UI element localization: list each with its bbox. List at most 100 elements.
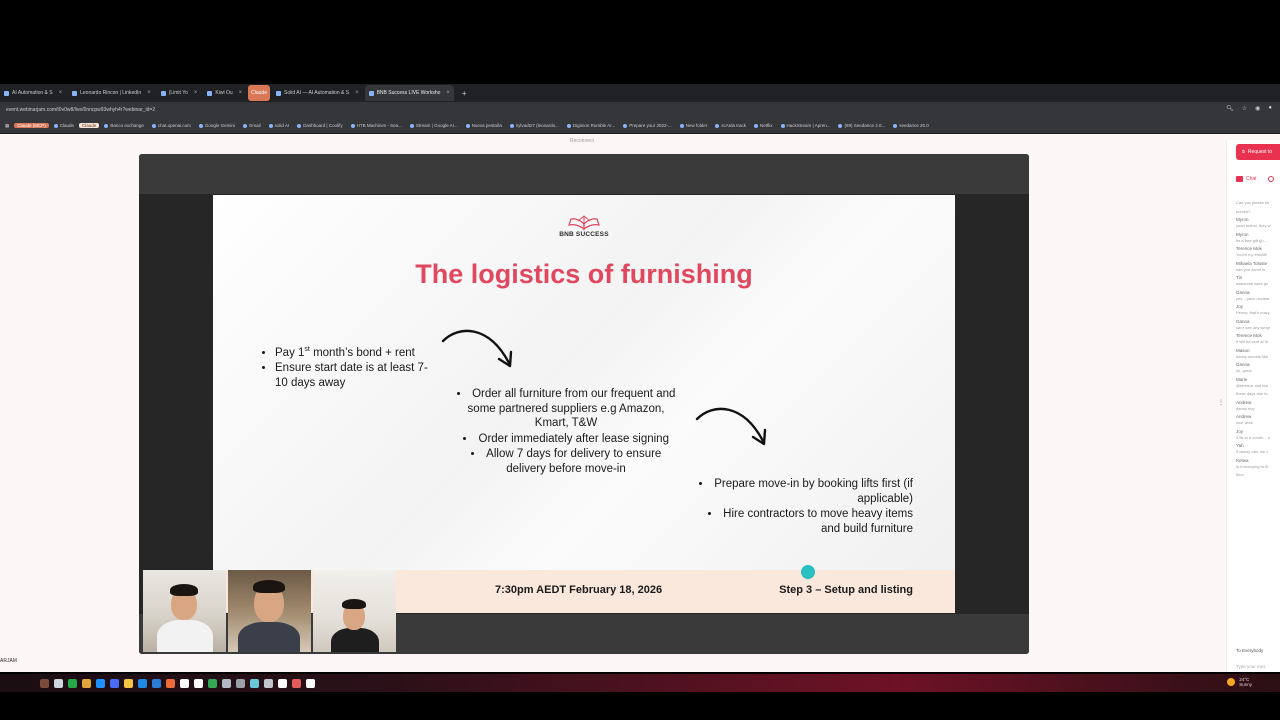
browser-tab[interactable]: Leonardo Rincon | LinkedIn ×	[68, 85, 155, 101]
extension-icon[interactable]: ◉	[1255, 105, 1260, 112]
close-icon[interactable]: ×	[147, 90, 151, 96]
close-icon[interactable]: ×	[59, 90, 63, 96]
new-tab-icon[interactable]: +	[462, 89, 467, 98]
bnb-success-logo: BNB SUCCESS	[558, 215, 610, 238]
chat-message: Joy 4.5k in a month... n	[1236, 429, 1280, 441]
bookmark-item[interactable]: solid AI	[266, 123, 293, 128]
close-icon[interactable]: ×	[239, 90, 243, 96]
browser-tab-bar: AI Automation & S × Leonardo Rincon | Link…	[0, 84, 1280, 102]
taskbar-app-icon[interactable]	[194, 678, 203, 688]
bookmark-label: Digimon Rumble Ar...	[572, 123, 616, 128]
bookmark-favicon-icon	[151, 123, 156, 128]
bookmark-item[interactable]: seedance 20.0	[890, 123, 932, 128]
bookmark-item[interactable]: Nueva pestaña	[463, 123, 505, 128]
bookmark-item[interactable]: (89) Seedance 2.0...	[835, 123, 888, 128]
browser-tab[interactable]: AI Automation & S ×	[0, 85, 66, 101]
bookmark-item[interactable]: Gmail	[240, 123, 264, 128]
video-stage: BNB SUCCESS The logistics of furnishing …	[139, 154, 1029, 654]
pointer-dot	[801, 565, 815, 579]
bookmark-item[interactable]: Claude	[51, 123, 77, 128]
qa-icon[interactable]	[1267, 176, 1274, 182]
profile-icon[interactable]: ●	[1268, 105, 1272, 112]
reconnect-link[interactable]: Reconnect	[570, 138, 594, 144]
taskbar-app-icon[interactable]	[278, 678, 287, 688]
bookmark-item[interactable]: Stream | Google AI...	[407, 123, 461, 128]
tab-label: Solid AI — AI Automation & S	[284, 90, 350, 96]
taskbar-app-icon[interactable]	[110, 678, 119, 688]
webinar-page: Reconnect BNB SUCCESS The logistics of f…	[0, 134, 1280, 672]
bookmark-item[interactable]: Digimon Rumble Ar...	[564, 123, 618, 128]
more-options-icon[interactable]: ⋮	[1218, 399, 1224, 406]
taskbar-app-icon[interactable]	[292, 678, 301, 688]
bookmark-item[interactable]: chat.openai.com	[149, 123, 194, 128]
search-icon[interactable]: 🔍︎	[1226, 105, 1234, 112]
bookmark-item[interactable]: Dashboard | Coolify	[294, 123, 345, 128]
chat-message: Joy Penny: that's crazy	[1236, 304, 1280, 316]
taskbar-app-icon[interactable]	[264, 678, 273, 688]
taskbar-app-icon[interactable]	[208, 678, 217, 688]
close-icon[interactable]: ×	[355, 90, 359, 96]
bookmark-item[interactable]: Claude	[79, 123, 100, 128]
browser-tab[interactable]: Claude	[248, 85, 271, 101]
taskbar-app-icon[interactable]	[96, 678, 105, 688]
bookmark-item[interactable]: New folder	[677, 123, 711, 128]
recipient-select[interactable]: To Everybody	[1236, 648, 1263, 653]
taskbar-app-icon[interactable]	[306, 678, 315, 688]
presenter-video-1[interactable]	[143, 570, 226, 652]
star-icon[interactable]: ☆	[1242, 105, 1247, 112]
apps-grid-icon[interactable]: ▦	[2, 123, 12, 129]
weather-widget[interactable]: 24°C Sunny	[1227, 677, 1252, 687]
chat-message: Ganna can't see any script	[1236, 319, 1280, 331]
list-item: Order all furniture from our frequent an…	[451, 387, 681, 431]
taskbar-app-icon[interactable]	[180, 678, 189, 688]
taskbar-app-icon[interactable]	[138, 678, 147, 688]
taskbar-app-icon[interactable]	[82, 678, 91, 688]
bookmark-favicon-icon	[350, 123, 355, 128]
chat-text: danny sounds like	[1236, 353, 1269, 359]
chat-message: Can you please sh	[1236, 200, 1280, 206]
bookmark-label: New folder	[685, 123, 708, 128]
close-icon[interactable]: ×	[194, 90, 198, 96]
bookmark-item[interactable]: Netflix	[751, 123, 776, 128]
bookmark-label: HackStream | Apren...	[786, 123, 831, 128]
bookmark-item[interactable]: HackStream | Apren...	[778, 123, 834, 128]
bookmark-item[interactable]: HTB Machines - Sea...	[348, 123, 405, 128]
taskbar-app-icon[interactable]	[250, 678, 259, 688]
chat-input[interactable]: Type your mes	[1236, 664, 1266, 669]
taskbar-app-icon[interactable]	[54, 678, 63, 688]
taskbar-app-icon[interactable]	[68, 678, 77, 688]
taskbar-app-icon[interactable]	[152, 678, 161, 688]
browser-tab[interactable]: Solid AI — AI Automation & S ×	[272, 85, 363, 101]
bookmark-favicon-icon	[409, 123, 414, 128]
chat-text: 4.5k in a month... n	[1236, 434, 1271, 440]
bookmark-favicon-icon	[104, 123, 109, 128]
bookmark-item[interactable]: scAIda track	[712, 123, 749, 128]
url-text[interactable]: event.webinarjam.com/t0v0w8/live/6nncpw9…	[6, 107, 155, 113]
bookmark-item[interactable]: Claude (MCP)	[14, 123, 49, 128]
close-icon[interactable]: ×	[446, 90, 450, 96]
chat-text: Its a free gift (ju...	[1236, 237, 1267, 243]
favicon-icon	[160, 90, 166, 96]
bookmark-item[interactable]: Google Gemini	[196, 123, 238, 128]
bookmark-item[interactable]: Prepare your 2022-...	[620, 123, 675, 128]
request-to-speak-button[interactable]: ✋︎ Request to	[1236, 144, 1280, 160]
browser-tab[interactable]: Kiwi Ou ×	[203, 85, 246, 101]
presenter-video-3[interactable]	[313, 570, 396, 652]
browser-tab[interactable]: BNB Success LIVE Worksho ×	[364, 85, 454, 101]
taskbar-app-icon[interactable]	[166, 678, 175, 688]
taskbar-app-icon[interactable]	[40, 678, 49, 688]
taskbar-app-icon[interactable]	[124, 678, 133, 688]
taskbar-app-icon[interactable]	[222, 678, 231, 688]
address-bar[interactable]: event.webinarjam.com/t0v0w8/live/6nncpw9…	[0, 102, 1280, 118]
chat-message: Ganna ok, great	[1236, 362, 1280, 374]
list-item: Pay 1st month’s bond + rent	[275, 343, 431, 360]
chat-text: Is it annoying to fit	[1236, 463, 1269, 469]
presenter-video-2[interactable]	[228, 570, 311, 652]
bookmark-item[interactable]: Banco exchange	[101, 123, 147, 128]
screen: AI Automation & S × Leonardo Rincon | Link…	[0, 0, 1280, 720]
tab-chat[interactable]: Chat	[1236, 176, 1274, 182]
browser-tab[interactable]: (Limit Yo ×	[157, 85, 202, 101]
taskbar-app-icon[interactable]	[236, 678, 245, 688]
tab-label: (Limit Yo	[168, 90, 188, 96]
bookmark-item[interactable]: sylvadt27 (leonardo...	[507, 123, 562, 128]
